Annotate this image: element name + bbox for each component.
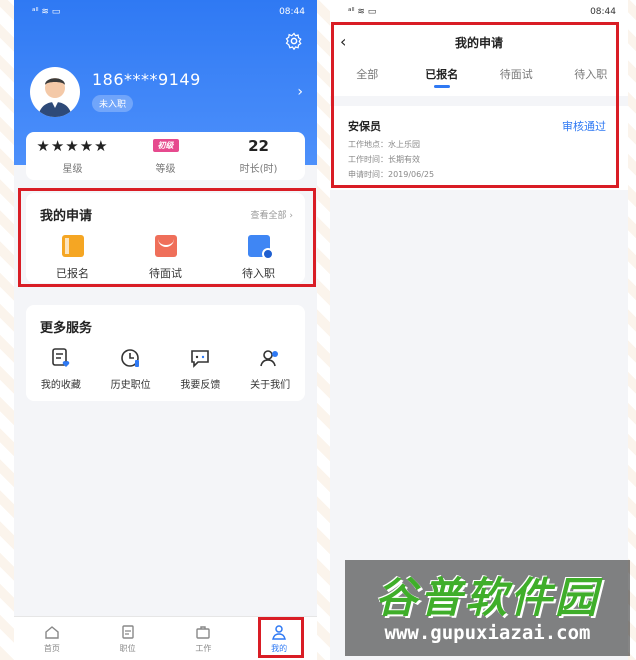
job-work-time: 工作时间：长期有效 (348, 155, 420, 164)
item-label: 关于我们 (250, 380, 291, 391)
job-location: 工作地点：水上乐园 (348, 140, 420, 149)
application-pending-interview[interactable]: 待面试 (119, 235, 212, 281)
briefcase-icon (196, 625, 211, 639)
nav-label: 职位 (119, 643, 136, 653)
nav-home[interactable]: 首页 (14, 617, 90, 660)
nav-label: 我的 (271, 643, 288, 653)
applications-header: ‹ 我的申请 全部 已报名 待面试 待入职 (330, 24, 628, 96)
star-rating-icon: ★★★★★ (36, 136, 109, 155)
view-all-label: 查看全部 (250, 211, 287, 221)
avatar[interactable] (30, 67, 80, 117)
home-icon (45, 625, 59, 639)
job-apply-time: 申请时间：2019/06/25 (348, 170, 435, 179)
section-title: 更多服务 (40, 321, 93, 336)
tab-registered[interactable]: 已报名 (405, 66, 480, 90)
chevron-right-icon[interactable]: › (297, 84, 303, 100)
job-title: 安保员 (348, 120, 381, 133)
status-bar: ᵃˡˡ ≋ ▭ 08:44 (14, 0, 317, 24)
bottom-nav: 首页 职位 工作 我的 (14, 616, 317, 660)
job-application-card[interactable]: 安保员 审核通过 工作地点：水上乐园 工作时间：长期有效 申请时间：2019/0… (330, 106, 628, 190)
service-favorites[interactable]: 我的收藏 (26, 347, 96, 391)
envelope-icon (154, 235, 177, 257)
feedback-icon (191, 350, 210, 368)
application-tabs: 全部 已报名 待面试 待入职 (330, 66, 628, 90)
item-label: 待面试 (149, 267, 182, 280)
favorites-icon (52, 348, 70, 367)
my-applications-card: 我的申请 查看全部 › 已报名 待面试 待入职 (26, 193, 305, 283)
nav-profile[interactable]: 我的 (241, 617, 317, 660)
stats-card: ★★★★★ 星级 初级 等级 22 时长(时) (26, 132, 305, 180)
tab-pending-onboarding[interactable]: 待入职 (554, 66, 629, 90)
status-time: 08:44 (590, 7, 616, 17)
stat-label: 等级 (155, 163, 176, 175)
employment-status-badge: 未入职 (92, 95, 134, 112)
status-bar: ᵃˡˡ ≋ ▭ 08:44 (330, 0, 628, 24)
more-services-card: 更多服务 我的收藏 历史职位 我要反馈 关于我们 (26, 305, 305, 401)
signal-icon: ᵃˡˡ ≋ ▭ (348, 7, 377, 17)
item-label: 我要反馈 (180, 380, 221, 391)
stat-hours: 22 时长(时) (212, 132, 305, 180)
item-label: 我的收藏 (40, 380, 81, 391)
stat-label: 星级 (62, 163, 83, 175)
nav-jobs[interactable]: 职位 (90, 617, 166, 660)
stat-star-rating: ★★★★★ 星级 (26, 132, 119, 180)
watermark-url: www.gupuxiazai.com (384, 622, 591, 644)
notebook-icon (61, 235, 84, 257)
application-registered[interactable]: 已报名 (26, 235, 119, 281)
history-icon (120, 349, 139, 367)
settings-gear-icon[interactable] (285, 32, 303, 50)
application-status: 审核通过 (562, 120, 606, 133)
left-phone-screen: ᵃˡˡ ≋ ▭ 08:44 186****9149 未入职 › ★★★★★ 星级… (14, 0, 317, 660)
profile-icon (272, 624, 287, 640)
item-label: 待入职 (242, 267, 275, 280)
chevron-right-icon: › (289, 211, 293, 221)
status-time: 08:44 (279, 7, 305, 17)
nav-label: 工作 (195, 643, 212, 653)
page-title: 我的申请 (454, 36, 503, 50)
stat-value: 22 (248, 136, 269, 155)
item-label: 历史职位 (110, 380, 151, 391)
signal-icon: ᵃˡˡ ≋ ▭ (32, 7, 61, 17)
tab-pending-interview[interactable]: 待面试 (479, 66, 554, 90)
about-us-icon (260, 350, 279, 367)
section-title: 我的申请 (40, 209, 93, 224)
service-feedback[interactable]: 我要反馈 (166, 347, 236, 391)
application-pending-onboarding[interactable]: 待入职 (212, 235, 305, 281)
nav-label: 首页 (43, 643, 60, 653)
stat-level: 初级 等级 (119, 132, 212, 180)
id-card-clock-icon (247, 235, 274, 260)
service-about-us[interactable]: 关于我们 (235, 347, 305, 391)
level-badge: 初级 (152, 139, 179, 152)
stat-label: 时长(时) (239, 163, 278, 175)
view-all-link[interactable]: 查看全部 › (251, 208, 294, 221)
watermark-name: 谷普软件园 (374, 573, 600, 622)
service-history-jobs[interactable]: 历史职位 (96, 347, 166, 391)
phone-number: 186****9149 (92, 70, 201, 89)
watermark: 谷普软件园 www.gupuxiazai.com (345, 560, 630, 656)
tab-all[interactable]: 全部 (330, 66, 405, 90)
user-avatar-icon (38, 78, 72, 117)
item-label: 已报名 (56, 267, 89, 280)
nav-work[interactable]: 工作 (166, 617, 242, 660)
jobs-icon (121, 624, 134, 639)
